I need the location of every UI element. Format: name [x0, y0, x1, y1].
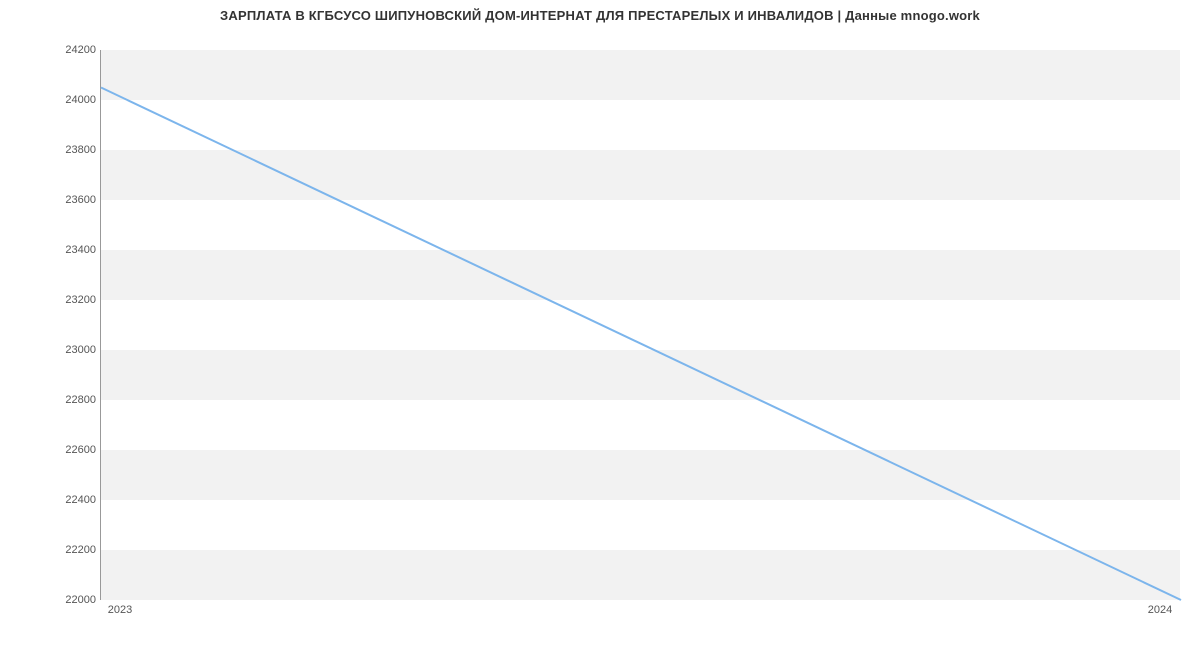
- chart-title: ЗАРПЛАТА В КГБСУСО ШИПУНОВСКИЙ ДОМ-ИНТЕР…: [0, 8, 1200, 23]
- y-axis-tick: 22000: [36, 594, 96, 606]
- y-axis-tick: 23000: [36, 344, 96, 356]
- plot-area: [100, 50, 1180, 600]
- y-axis-tick: 22800: [36, 394, 96, 406]
- y-axis-tick: 23800: [36, 144, 96, 156]
- y-axis-tick: 24200: [36, 44, 96, 56]
- y-axis-tick: 23200: [36, 294, 96, 306]
- y-axis-tick: 24000: [36, 94, 96, 106]
- y-axis-tick: 22600: [36, 444, 96, 456]
- y-axis-tick: 23600: [36, 194, 96, 206]
- series-line: [101, 88, 1181, 601]
- y-axis-tick: 22400: [36, 494, 96, 506]
- salary-line-chart: ЗАРПЛАТА В КГБСУСО ШИПУНОВСКИЙ ДОМ-ИНТЕР…: [0, 0, 1200, 650]
- x-axis-tick: 2023: [108, 604, 132, 616]
- x-axis-tick: 2024: [1148, 604, 1172, 616]
- y-axis-tick: 22200: [36, 544, 96, 556]
- y-axis-tick: 23400: [36, 244, 96, 256]
- line-layer: [101, 50, 1181, 600]
